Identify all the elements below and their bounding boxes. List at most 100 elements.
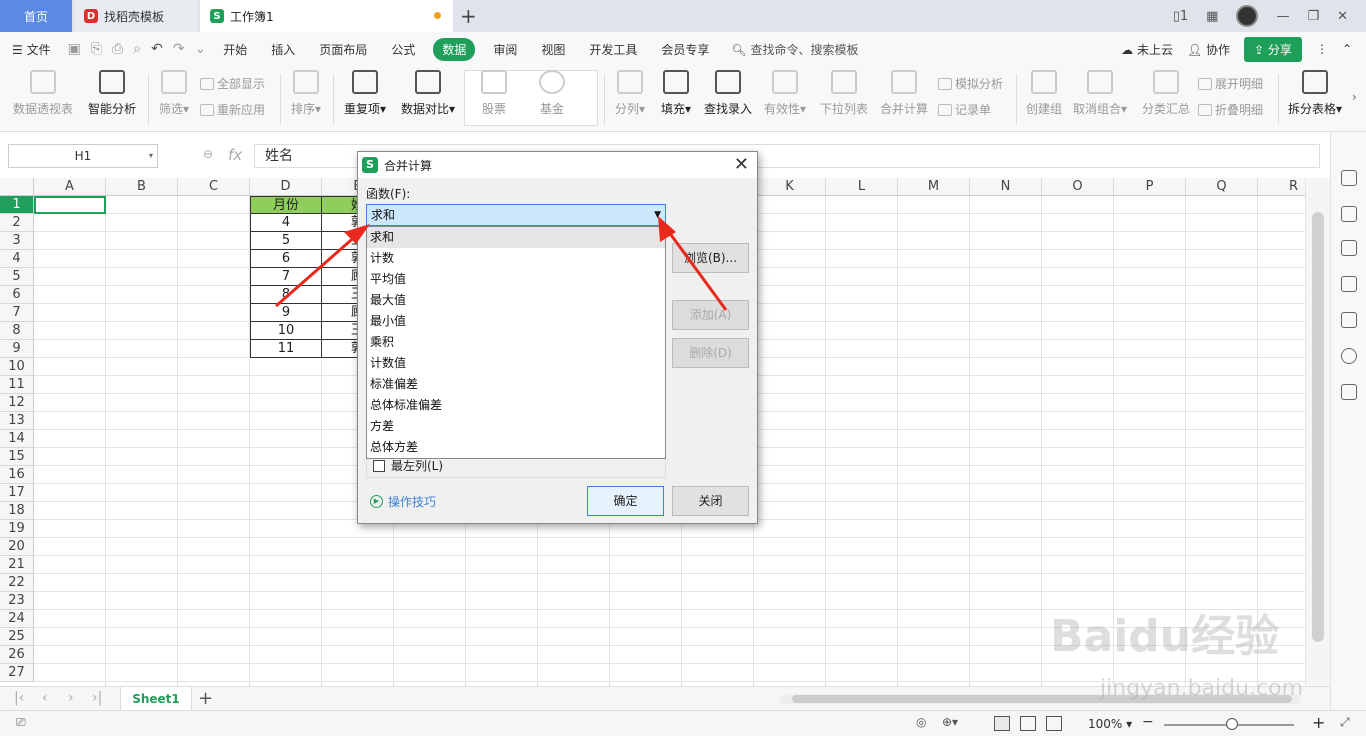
cloud-status[interactable]: ☁ 未上云 <box>1121 41 1173 58</box>
row-header[interactable]: 9 <box>0 340 34 358</box>
function-option[interactable]: 最小值 <box>367 311 665 332</box>
ribbon-scroll-right-icon[interactable]: › <box>1352 90 1357 104</box>
rocket-icon[interactable] <box>1341 170 1357 186</box>
vertical-scrollbar[interactable] <box>1305 178 1330 686</box>
pivot-table-button[interactable]: 数据透视表 <box>10 70 76 117</box>
stocks-button[interactable]: 股票 <box>474 70 514 117</box>
select-all-corner[interactable] <box>0 178 34 196</box>
validity-button[interactable]: 有效性▾ <box>760 70 810 117</box>
dropdown-list-button[interactable]: 下拉列表 <box>816 70 872 117</box>
table-cell[interactable]: 10 <box>250 322 322 340</box>
column-header[interactable]: C <box>178 178 250 196</box>
undo-icon[interactable]: ↶ <box>146 41 168 57</box>
sort-button[interactable]: 排序▾ <box>286 70 326 117</box>
function-option[interactable]: 计数 <box>367 248 665 269</box>
vertical-scroll-thumb[interactable] <box>1312 212 1324 642</box>
zoom-in-icon[interactable]: + <box>1312 713 1325 732</box>
row-header[interactable]: 15 <box>0 448 34 466</box>
split-column-button[interactable]: 分列▾ <box>610 70 650 117</box>
row-header[interactable]: 12 <box>0 394 34 412</box>
function-option[interactable]: 计数值 <box>367 353 665 374</box>
row-header[interactable]: 27 <box>0 664 34 682</box>
function-option[interactable]: 方差 <box>367 416 665 437</box>
add-button[interactable]: 添加(A) <box>672 300 749 330</box>
macro-record-icon[interactable]: ⎚ <box>16 715 26 730</box>
image-icon[interactable] <box>1341 312 1357 328</box>
command-search[interactable]: 🔍︎ 查找命令、搜索模板 <box>721 41 868 58</box>
tips-link[interactable]: ▶ 操作技巧 <box>370 493 436 510</box>
menu-item-start[interactable]: 开始 <box>211 41 259 58</box>
simulate-analysis-button[interactable]: 模拟分析 <box>938 75 1003 92</box>
table-cell[interactable]: 11 <box>250 340 322 358</box>
function-dropdown-list[interactable]: 求和 计数 平均值 最大值 最小值 乘积 计数值 标准偏差 总体标准偏差 方差 总体方差 <box>366 226 666 459</box>
show-all-button[interactable]: 全部显示 <box>200 75 265 92</box>
menu-item-member[interactable]: 会员专享 <box>649 41 721 58</box>
column-header[interactable]: A <box>34 178 106 196</box>
menu-item-insert[interactable]: 插入 <box>259 41 307 58</box>
row-header[interactable]: 1 <box>0 196 34 214</box>
collapse-detail-button[interactable]: 折叠明细 <box>1198 101 1263 118</box>
function-option[interactable]: 乘积 <box>367 332 665 353</box>
checkbox-box[interactable] <box>373 459 385 472</box>
menu-item-layout[interactable]: 页面布局 <box>307 41 379 58</box>
fill-button[interactable]: 填充▾ <box>656 70 696 117</box>
function-option[interactable]: 求和 <box>367 227 665 248</box>
reapply-button[interactable]: 重新应用 <box>200 101 265 118</box>
table-cell[interactable]: 8 <box>250 286 322 304</box>
ok-button[interactable]: 确定 <box>587 486 664 516</box>
row-header[interactable]: 6 <box>0 286 34 304</box>
row-header[interactable]: 23 <box>0 592 34 610</box>
function-select[interactable]: 求和 ▼ <box>366 204 666 226</box>
zoom-out-icon[interactable]: − <box>1142 714 1154 730</box>
tab-home[interactable]: 首页 <box>0 0 72 32</box>
column-header[interactable]: D <box>250 178 322 196</box>
function-option[interactable]: 最大值 <box>367 290 665 311</box>
row-header[interactable]: 11 <box>0 376 34 394</box>
last-sheet-icon[interactable]: ›| <box>92 690 102 706</box>
column-header[interactable]: B <box>106 178 178 196</box>
crop-icon[interactable] <box>1341 276 1357 292</box>
row-header[interactable]: 19 <box>0 520 34 538</box>
dialog-close-icon[interactable]: ✕ <box>734 154 749 175</box>
row-header[interactable]: 4 <box>0 250 34 268</box>
page-break-view-icon[interactable] <box>1046 716 1062 731</box>
row-header[interactable]: 16 <box>0 466 34 484</box>
function-option[interactable]: 平均值 <box>367 269 665 290</box>
subtotal-button[interactable]: 分类汇总 <box>1140 70 1192 117</box>
consolidate-button[interactable]: 合并计算 <box>876 70 932 117</box>
row-header[interactable]: 21 <box>0 556 34 574</box>
column-header[interactable]: P <box>1114 178 1186 196</box>
row-header[interactable]: 14 <box>0 430 34 448</box>
column-header[interactable]: Q <box>1186 178 1258 196</box>
page-layout-view-icon[interactable] <box>1020 716 1036 731</box>
menu-item-formula[interactable]: 公式 <box>379 41 427 58</box>
row-header[interactable]: 7 <box>0 304 34 322</box>
leftmost-column-checkbox[interactable]: 最左列(L) <box>373 457 443 474</box>
duplicates-button[interactable]: 重复项▾ <box>340 70 390 117</box>
more-icon[interactable]: ⋮ <box>1316 42 1328 56</box>
table-cell[interactable]: 4 <box>250 214 322 232</box>
export-icon[interactable]: ⎘ <box>86 41 107 57</box>
column-header[interactable]: L <box>826 178 898 196</box>
row-header[interactable]: 8 <box>0 322 34 340</box>
table-cell[interactable]: 9 <box>250 304 322 322</box>
row-header[interactable]: 17 <box>0 484 34 502</box>
save-icon[interactable]: ▣ <box>63 41 86 57</box>
name-box[interactable]: H1 ▾ <box>8 144 158 168</box>
prev-sheet-icon[interactable]: ‹ <box>42 690 48 706</box>
redo-icon[interactable]: ↷ <box>168 41 190 57</box>
filter-button[interactable]: 筛选▾ <box>154 70 194 117</box>
menu-item-view[interactable]: 视图 <box>529 41 577 58</box>
file-menu[interactable]: ☰ 文件 <box>0 41 63 58</box>
row-header[interactable]: 3 <box>0 232 34 250</box>
row-header[interactable]: 10 <box>0 358 34 376</box>
record-form-button[interactable]: 记录单 <box>938 101 991 118</box>
book-icon[interactable] <box>1341 384 1357 400</box>
menu-item-devtools[interactable]: 开发工具 <box>577 41 649 58</box>
tab-workbook[interactable]: S 工作簿1 <box>200 0 453 32</box>
sheet-tab-sheet1[interactable]: Sheet1 <box>120 687 192 711</box>
create-group-button[interactable]: 创建组 <box>1022 70 1066 117</box>
row-header[interactable]: 2 <box>0 214 34 232</box>
apps-grid-icon[interactable]: ▦ <box>1206 9 1218 24</box>
zoom-formula-icon[interactable]: ⊖ <box>203 147 213 161</box>
